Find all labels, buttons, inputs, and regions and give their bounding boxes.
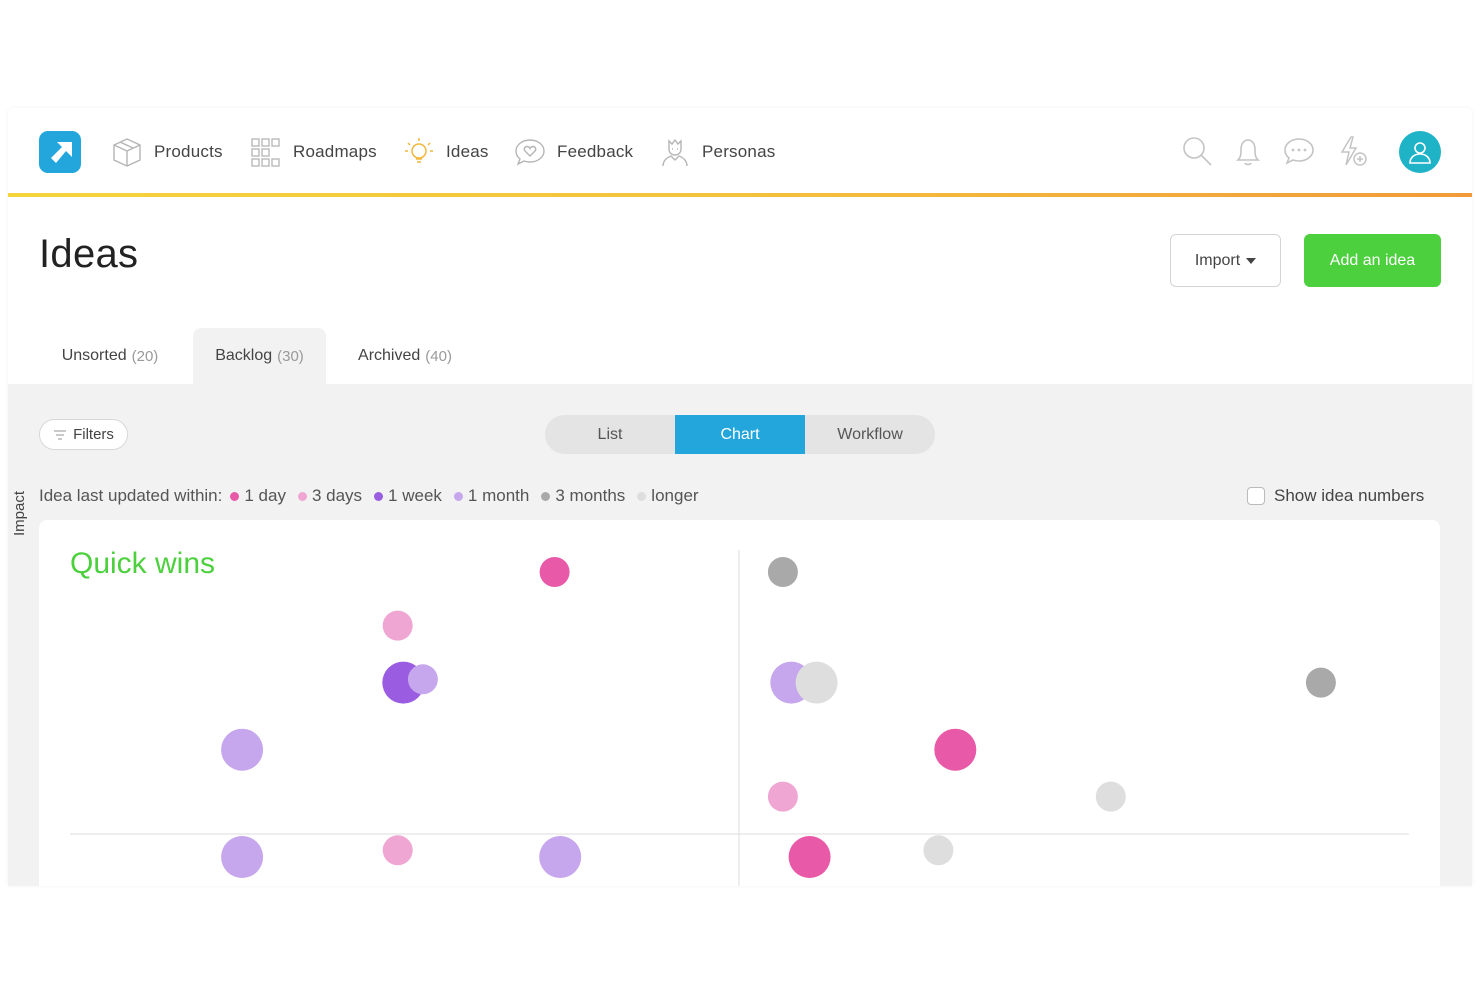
legend-item-3-days: 3 days [297,486,363,506]
updated-legend: Idea last updated within: 1 day 3 days 1… [39,484,711,508]
legend-dot [230,491,240,501]
ideas-chart: Quick wins [39,520,1440,886]
idea-point[interactable] [539,836,582,878]
legend-dot [637,491,647,501]
legend-label: 1 week [388,486,442,505]
tab-unsorted-count: (20) [131,347,159,365]
add-idea-button[interactable]: Add an idea [1304,234,1441,287]
y-axis-label: Impact [11,490,28,536]
legend-label: longer [651,486,699,505]
bell-icon[interactable] [1231,134,1265,168]
legend-item-1-week: 1 week [374,486,442,506]
app-window: Products Roadmaps Ideas Feedback Persona… [8,108,1472,886]
idea-point[interactable] [539,557,570,587]
legend-label: 1 month [467,486,530,505]
legend-label: 3 months [555,486,626,505]
import-button[interactable]: Import [1170,234,1281,287]
nav-feedback[interactable]: Feedback [513,134,633,170]
filters-button-label: Filters [73,426,114,443]
legend-lead: Idea last updated within: [39,486,223,505]
idea-point[interactable] [382,835,413,866]
legend-item-3-months: 3 months [541,486,625,506]
nav-roadmaps[interactable]: Roadmaps [249,134,377,170]
user-icon [1409,142,1431,164]
idea-point[interactable] [382,610,413,641]
legend-dot [541,491,551,501]
show-idea-numbers-toggle[interactable]: Show idea numbers [1247,484,1424,508]
tab-backlog-count: (30) [277,347,304,365]
nav-products-label: Products [154,142,223,161]
lightbulb-icon [405,138,433,163]
top-navigation: Products Roadmaps Ideas Feedback Persona… [8,108,1472,197]
nav-personas-label: Personas [702,142,776,161]
idea-point[interactable] [1095,781,1126,812]
logo[interactable] [39,131,81,173]
user-avatar[interactable] [1399,131,1441,173]
idea-point[interactable] [221,836,264,878]
tab-unsorted[interactable]: Unsorted (20) [39,328,181,384]
idea-point[interactable] [934,728,977,771]
tab-archived-count: (40) [425,347,452,365]
caret-down-icon [1246,257,1257,264]
idea-point[interactable] [1305,667,1336,698]
nav-personas[interactable]: Personas [658,134,775,170]
idea-point[interactable] [788,836,831,878]
show-numbers-checkbox[interactable] [1247,487,1265,505]
lightning-plus-icon[interactable] [1335,134,1369,168]
legend-item-1-day: 1 day [230,486,286,506]
idea-point[interactable] [767,557,798,587]
legend-label: 1 day [244,486,286,505]
page-title: Ideas [39,232,139,276]
import-button-label: Import [1194,251,1241,269]
nav-accent-bar [8,193,1472,197]
search-icon[interactable] [1180,134,1214,168]
legend-dot [453,491,463,501]
box-icon [113,138,141,167]
tab-backlog[interactable]: Backlog (30) [193,328,326,384]
legend-item-1-month: 1 month [453,486,530,506]
idea-point[interactable] [767,781,798,812]
legend-item-longer: longer [637,486,699,506]
heart-chat-icon [515,139,545,166]
tab-archived[interactable]: Archived (40) [338,328,472,384]
grid-icon [251,138,280,167]
nav-ideas[interactable]: Ideas [402,134,489,170]
show-numbers-label: Show idea numbers [1274,486,1425,505]
view-switcher: List Chart Workflow [545,415,935,454]
nav-feedback-label: Feedback [557,142,634,161]
logo-icon [39,131,81,173]
legend-dot [374,491,384,501]
persona-icon [662,138,688,167]
content-area: Filters List Chart Workflow Idea last up… [8,384,1472,886]
idea-point[interactable] [407,664,438,695]
filters-button[interactable]: Filters [39,419,128,450]
idea-point[interactable] [795,661,838,704]
tab-backlog-label: Backlog [215,347,273,364]
view-chart[interactable]: Chart [675,415,805,454]
tab-archived-label: Archived [358,347,421,364]
quadrant-label-quick-wins: Quick wins [70,547,216,580]
tab-unsorted-label: Unsorted [61,347,127,364]
idea-point[interactable] [221,728,264,771]
chat-icon[interactable] [1282,134,1316,168]
nav-roadmaps-label: Roadmaps [293,142,377,161]
filter-icon [54,429,67,440]
legend-dot [297,491,307,501]
chart-plot [70,550,1409,886]
idea-point[interactable] [923,835,954,866]
view-list[interactable]: List [545,415,675,454]
legend-label: 3 days [311,486,363,505]
nav-ideas-label: Ideas [446,142,489,161]
nav-products[interactable]: Products [110,134,223,170]
view-workflow[interactable]: Workflow [805,415,935,454]
